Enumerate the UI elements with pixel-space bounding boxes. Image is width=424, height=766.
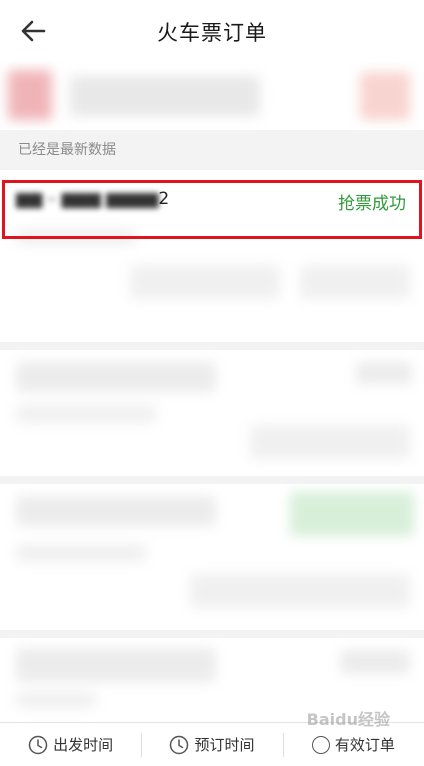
tab-label: 出发时间: [53, 736, 114, 754]
route-suffix: 2: [158, 189, 170, 209]
order-card[interactable]: [0, 350, 424, 480]
tab-label: 有效订单: [334, 736, 395, 754]
tab-valid-orders[interactable]: 有效订单: [282, 723, 424, 766]
circle-icon: [311, 735, 330, 754]
order-card[interactable]: [0, 484, 424, 634]
bottom-filter-bar: 出发时间 预订时间 有效订单: [0, 722, 424, 766]
refresh-status-text: 已经是最新数据: [18, 142, 116, 158]
divider: [0, 342, 424, 350]
route-blurred: ▆▆ – ▆▆▆ ▆▆▆▆: [16, 189, 159, 209]
tab-departure-time[interactable]: 出发时间: [0, 723, 141, 766]
order-route: ▆▆ – ▆▆▆ ▆▆▆▆2: [16, 189, 169, 209]
clock-icon: [170, 735, 189, 754]
tab-booking-time[interactable]: 预订时间: [141, 723, 282, 766]
order-header[interactable]: ▆▆ – ▆▆▆ ▆▆▆▆2 抢票成功: [0, 170, 424, 230]
clock-icon: [28, 735, 48, 754]
tab-label: 预订时间: [194, 736, 255, 754]
divider: [0, 476, 424, 484]
divider: [0, 630, 424, 638]
order-list: ▆▆ – ▆▆▆ ▆▆▆▆2 抢票成功: [0, 170, 424, 722]
refresh-status: 已经是最新数据: [0, 130, 424, 170]
order-status: 抢票成功: [338, 194, 406, 214]
page-title: 火车票订单: [157, 21, 267, 45]
app-header: 火车票订单: [0, 0, 424, 62]
promo-banner[interactable]: [0, 62, 424, 130]
order-card[interactable]: [0, 638, 424, 722]
order-card[interactable]: ▆▆ – ▆▆▆ ▆▆▆▆2 抢票成功: [0, 170, 424, 346]
